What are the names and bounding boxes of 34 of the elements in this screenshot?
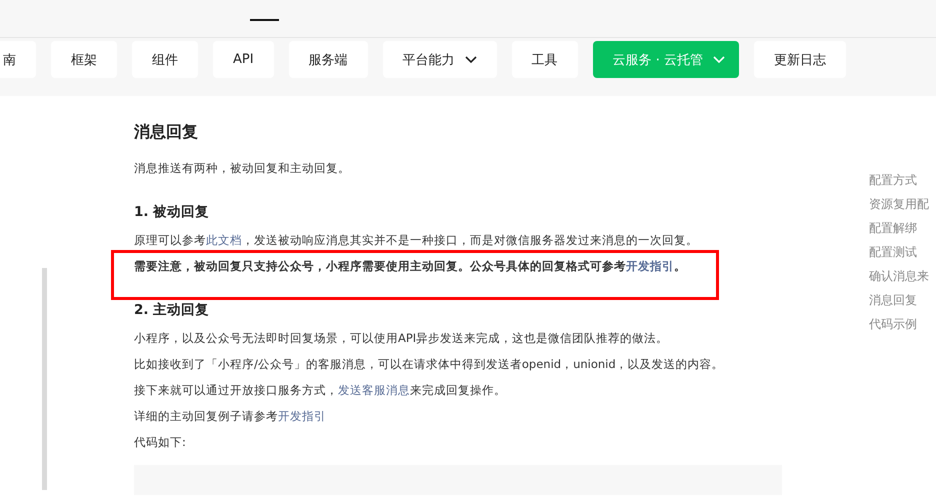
paragraph: 需要注意，被动回复只支持公众号，小程序需要使用主动回复。公众号具体的回复格式可参考开发指引。 [134, 258, 686, 275]
paragraph: 原理可以参考此文档，发送被动响应消息其实并不是一种接口，而是对微信服务器发过来消息的一次回复。 [134, 232, 698, 249]
outline-item[interactable]: 配置方式 [869, 172, 929, 188]
paragraph: 详细的主动回复例子请参考开发指引 [134, 408, 326, 425]
scrollbar[interactable] [42, 268, 47, 490]
outline-item[interactable]: 代码示例 [869, 316, 929, 332]
article-title: 消息回复 [134, 122, 199, 143]
outline-item[interactable]: 资源复用配 [869, 196, 929, 212]
link[interactable]: 发送客服消息 [338, 383, 410, 397]
section-heading: 2. 主动回复 [134, 301, 210, 319]
nav-button[interactable]: 服务端 [288, 41, 368, 78]
active-tab-indicator [250, 19, 279, 21]
nav-button[interactable]: 框架 [51, 41, 117, 78]
nav-button[interactable]: 工具 [512, 41, 578, 78]
nav-button[interactable]: 组件 [132, 41, 198, 78]
paragraph: 代码如下: [134, 434, 186, 451]
chevron-down-icon [712, 56, 725, 64]
nav-button[interactable]: 南 [0, 41, 36, 78]
intro-text: 消息推送有两种，被动回复和主动回复。 [134, 160, 350, 177]
chevron-down-icon [464, 56, 477, 64]
outline-item[interactable]: 配置解绑 [869, 220, 929, 236]
outline-item[interactable]: 消息回复 [869, 292, 929, 308]
link[interactable]: 开发指引 [626, 259, 674, 273]
link[interactable]: 开发指引 [278, 409, 326, 423]
link[interactable]: 此文档 [206, 233, 242, 247]
nav-button[interactable]: 平台能力 [382, 41, 497, 78]
outline-item[interactable]: 配置测试 [869, 244, 929, 260]
outline-item[interactable]: 确认消息来 [869, 268, 929, 284]
section-heading: 1. 被动回复 [134, 203, 210, 221]
paragraph: 小程序，以及公众号无法即时回复场景，可以使用API异步发送来完成，这也是微信团队推荐的做法。 [134, 330, 668, 347]
nav-button[interactable]: API [213, 41, 274, 78]
nav-button[interactable]: 更新日志 [754, 41, 846, 78]
paragraph: 比如接收到了「小程序/公众号」的客服消息，可以在请求体中得到发送者openid，unionid，以及发送的内容。 [134, 356, 724, 373]
paragraph: 接下来就可以通过开放接口服务方式，发送客服消息来完成回复操作。 [134, 382, 506, 399]
